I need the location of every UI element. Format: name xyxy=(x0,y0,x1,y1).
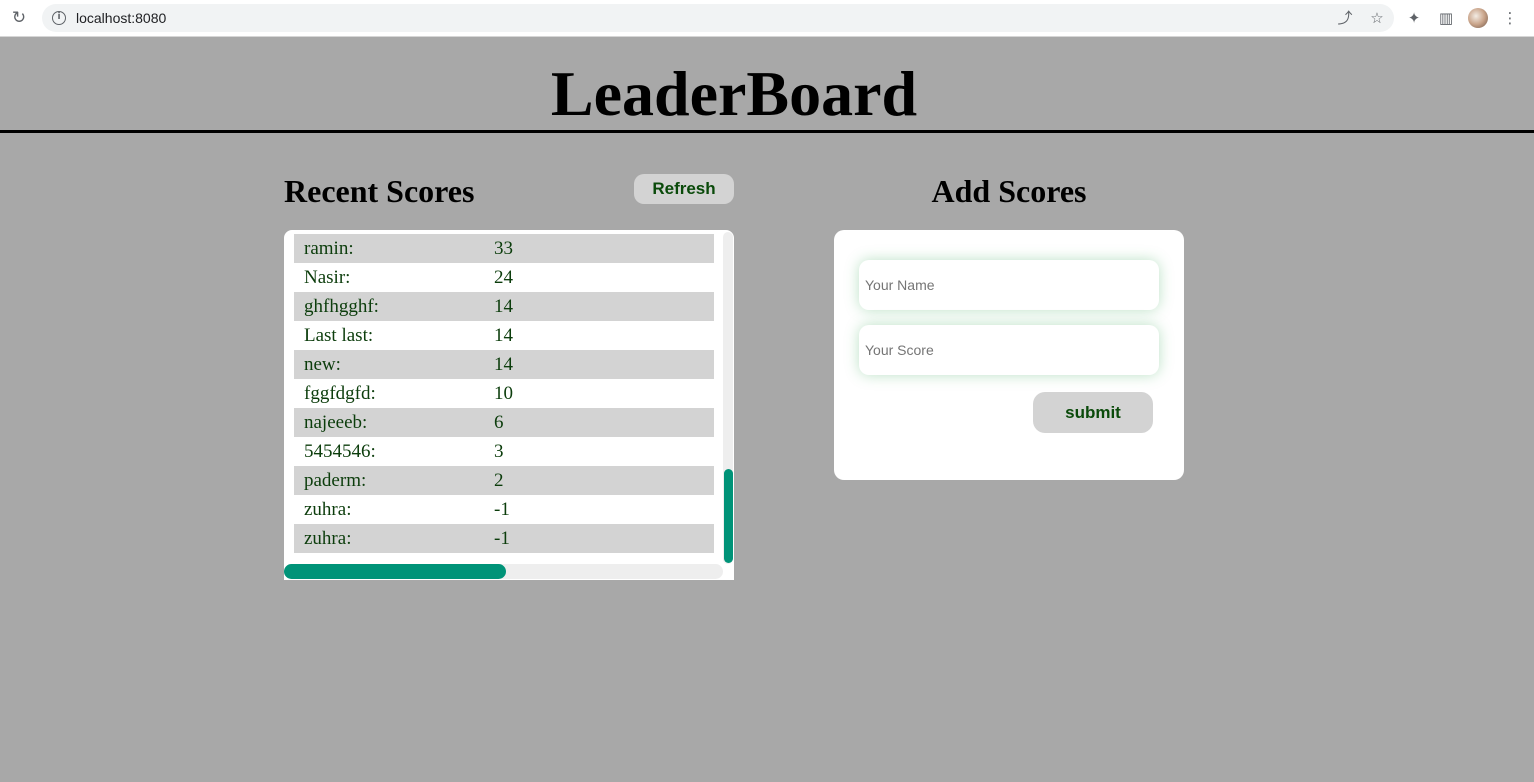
score-player-name: ramin: xyxy=(304,237,354,259)
refresh-button[interactable]: Refresh xyxy=(634,174,734,204)
score-row: fggfdgfd: 10 xyxy=(294,379,714,408)
score-row: Nasir: 24 xyxy=(294,263,714,292)
score-player-name: new: xyxy=(304,353,341,375)
share-icon[interactable]: ⤴ xyxy=(1336,8,1354,28)
score-row: 5454546: 3 xyxy=(294,437,714,466)
score-row: ghfhgghf: 14 xyxy=(294,292,714,321)
vertical-scrollbar-thumb[interactable] xyxy=(724,469,733,563)
score-player-name: zuhra: xyxy=(304,527,352,549)
score-player-name: paderm: xyxy=(304,469,367,491)
score-value: -1 xyxy=(494,527,510,549)
page-title: LeaderBoard xyxy=(550,58,918,129)
score-value: -1 xyxy=(494,498,510,520)
name-input[interactable] xyxy=(859,260,1159,310)
browser-actions: ✦ ▥ ⋮ xyxy=(1404,8,1520,28)
score-value: 3 xyxy=(494,440,504,462)
score-row: zuhra: -1 xyxy=(294,524,714,553)
address-bar-actions: ⤴ ☆ xyxy=(1336,8,1386,28)
score-value: 14 xyxy=(494,295,513,317)
score-row: zuhra: -1 xyxy=(294,495,714,524)
kebab-menu-icon[interactable]: ⋮ xyxy=(1500,8,1520,28)
score-row: new: 14 xyxy=(294,350,714,379)
browser-toolbar: ↻ i localhost:8080 ⤴ ☆ ✦ ▥ ⋮ xyxy=(0,0,1534,37)
star-icon[interactable]: ☆ xyxy=(1368,8,1386,28)
score-value: 33 xyxy=(494,237,513,259)
score-player-name: Nasir: xyxy=(304,266,351,288)
reload-icon[interactable]: ↻ xyxy=(9,8,29,28)
side-panel-icon[interactable]: ▥ xyxy=(1436,8,1456,28)
score-row: Last last: 14 xyxy=(294,321,714,350)
info-icon[interactable]: i xyxy=(52,11,66,25)
score-player-name: 5454546: xyxy=(304,440,376,462)
address-bar[interactable]: i localhost:8080 ⤴ ☆ xyxy=(42,4,1394,32)
add-score-form: submit xyxy=(834,230,1184,480)
score-row: paderm: 2 xyxy=(294,466,714,495)
score-input[interactable] xyxy=(859,325,1159,375)
scores-list-panel[interactable]: ramin: 33 Nasir: 24 ghfhgghf: 14 Last last: 14 n… xyxy=(284,230,734,580)
submit-button[interactable]: submit xyxy=(1033,392,1153,433)
score-value: 6 xyxy=(494,411,504,433)
score-value: 10 xyxy=(494,382,513,404)
avatar[interactable] xyxy=(1468,8,1488,28)
score-value: 24 xyxy=(494,266,513,288)
puzzle-icon[interactable]: ✦ xyxy=(1404,8,1424,28)
score-player-name: ghfhgghf: xyxy=(304,295,379,317)
title-divider xyxy=(0,130,1534,133)
score-value: 2 xyxy=(494,469,504,491)
recent-scores-heading: Recent Scores xyxy=(284,173,475,209)
score-value: 14 xyxy=(494,324,513,346)
score-player-name: zuhra: xyxy=(304,498,352,520)
score-player-name: najeeeb: xyxy=(304,411,368,433)
score-player-name: Last last: xyxy=(304,324,374,346)
score-row: najeeeb: 6 xyxy=(294,408,714,437)
url-text[interactable]: localhost:8080 xyxy=(76,10,166,26)
score-value: 14 xyxy=(494,353,513,375)
horizontal-scrollbar-thumb[interactable] xyxy=(284,564,506,579)
score-row: ramin: 33 xyxy=(294,234,714,263)
add-scores-heading: Add Scores xyxy=(931,173,1087,209)
score-list: ramin: 33 Nasir: 24 ghfhgghf: 14 Last last: 14 n… xyxy=(294,234,714,553)
score-player-name: fggfdgfd: xyxy=(304,382,376,404)
